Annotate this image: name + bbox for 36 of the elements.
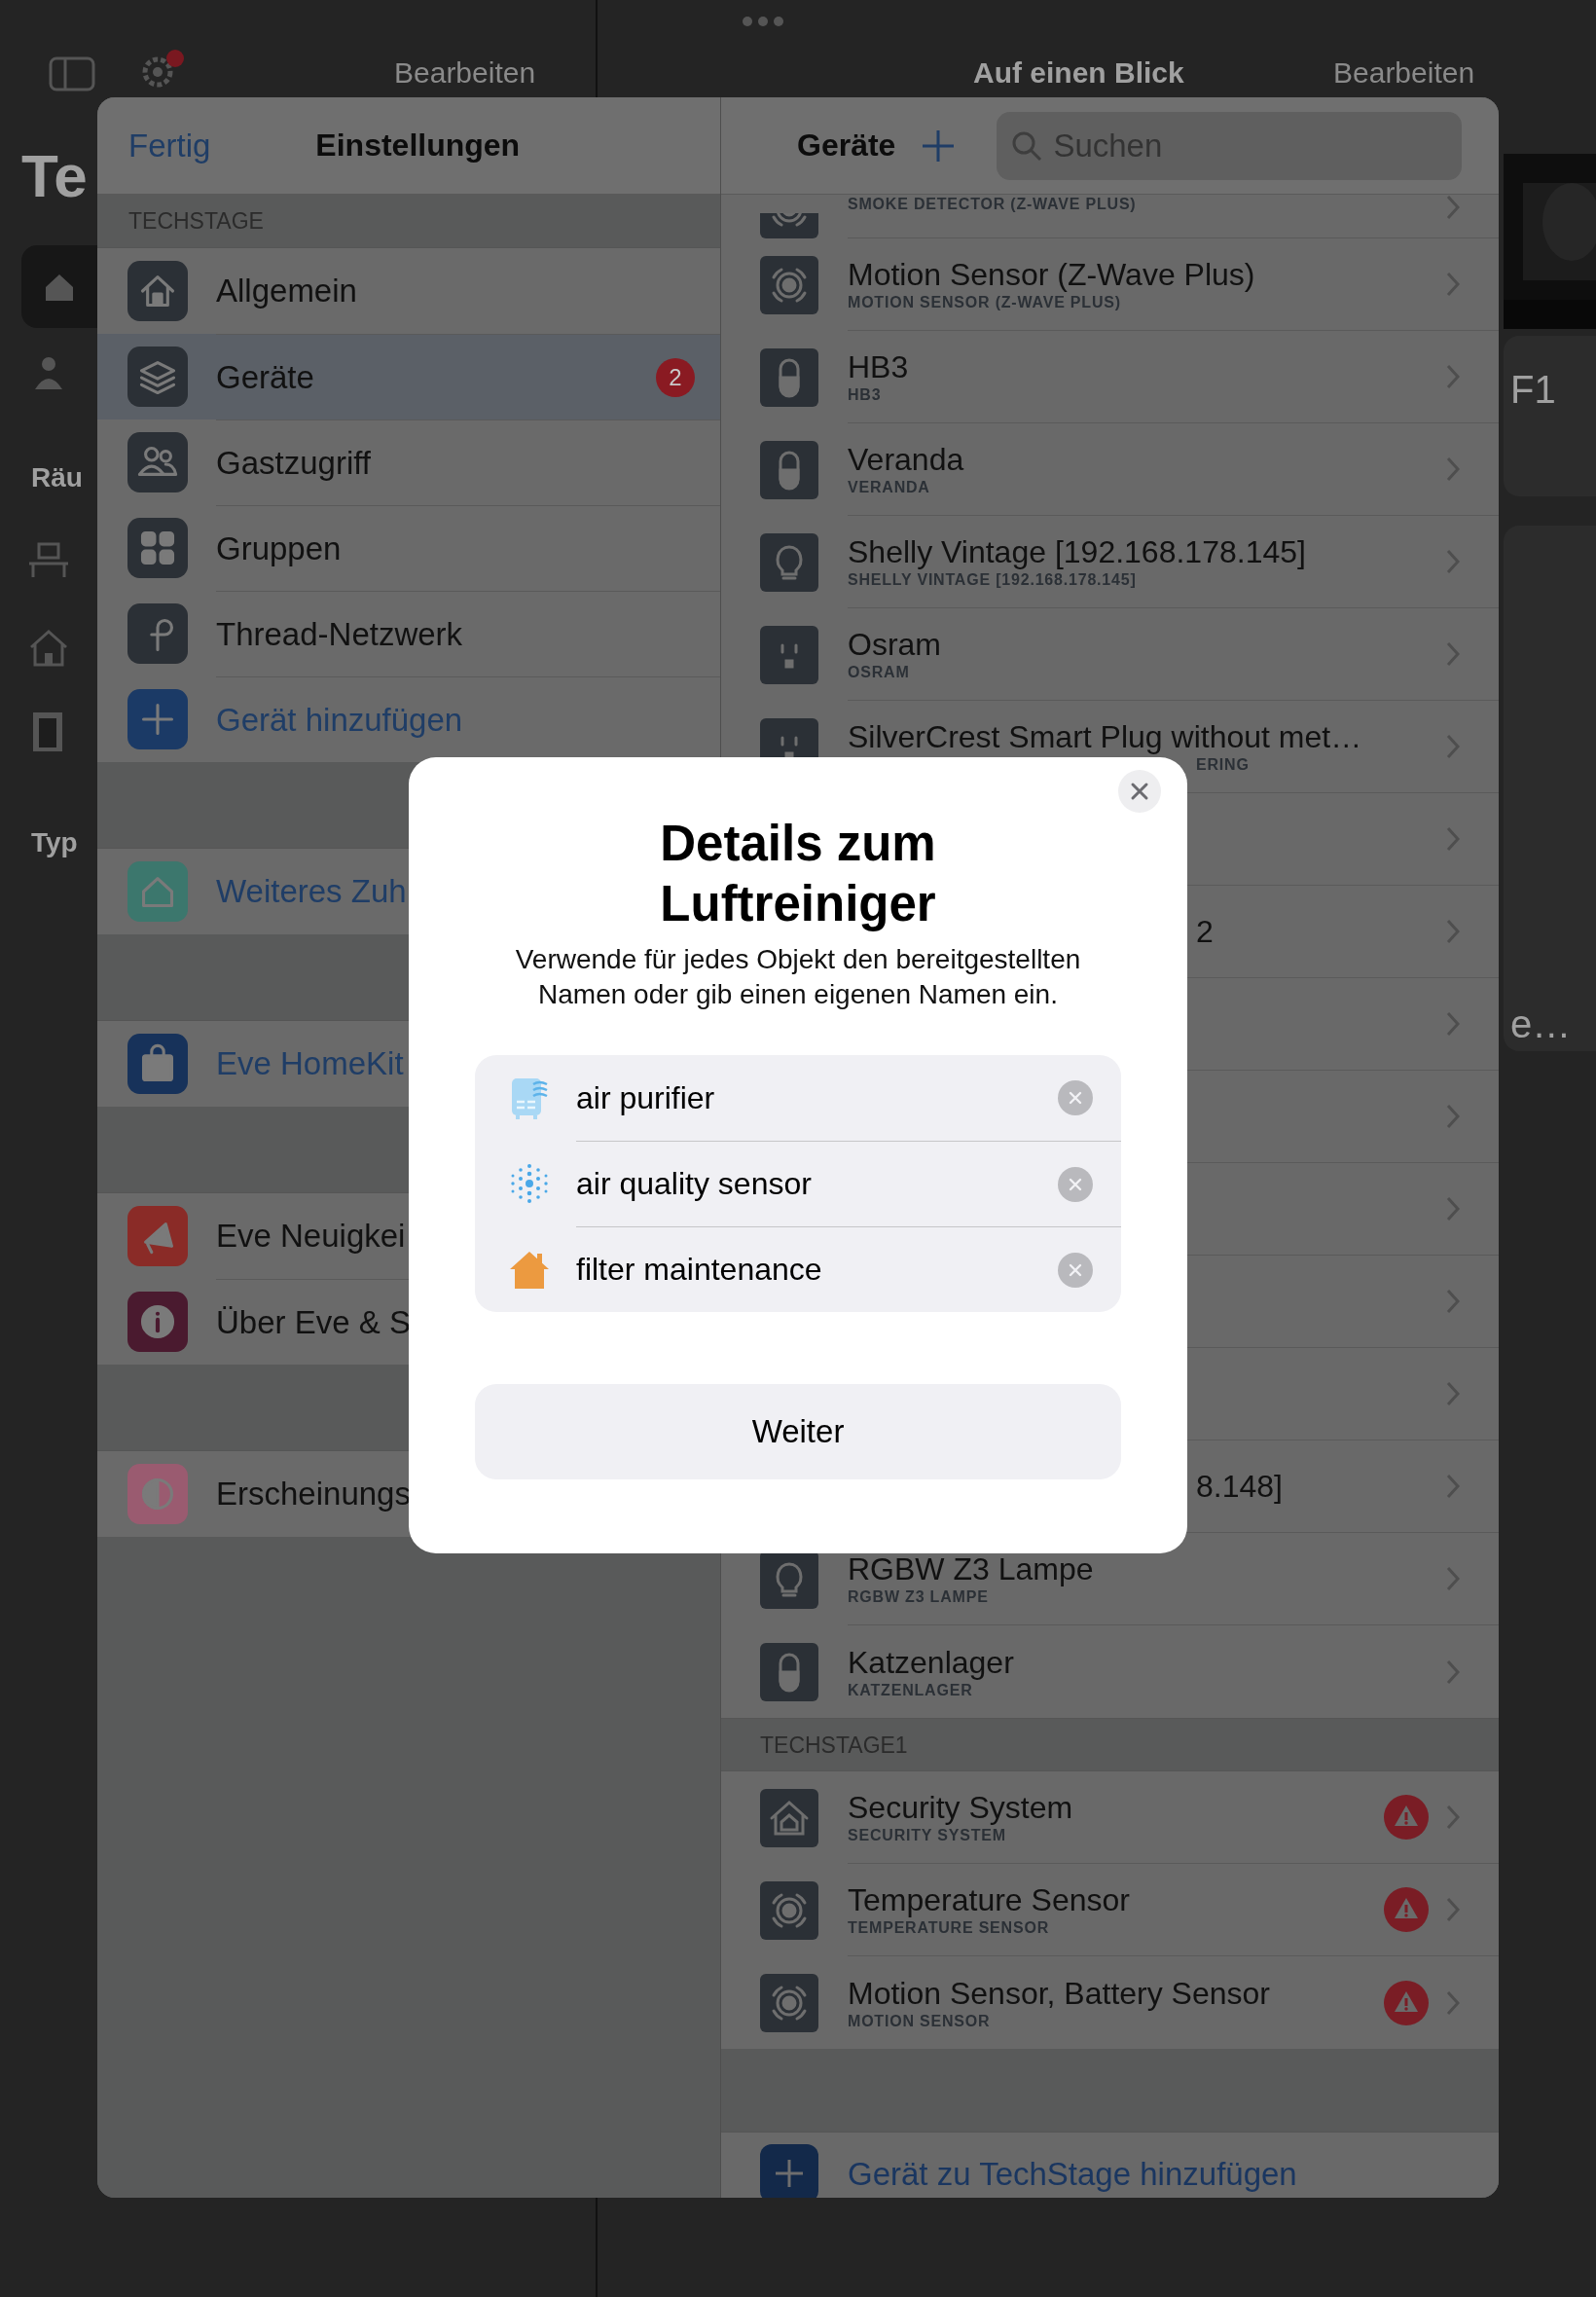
- dialog-title: Details zum Luftreiniger: [659, 815, 937, 933]
- device-name: HB3: [848, 348, 909, 385]
- home-title: Te: [21, 146, 88, 206]
- tile-title: F1: [1510, 368, 1556, 412]
- dialog-text: Verwende für jedes Objekt den bereitgestellten Namen oder gib einen eigenen Namen ein.: [514, 943, 1082, 1011]
- device-name: SilverCrest Smart Plug without met…: [848, 718, 1362, 755]
- device-name: RGBW Z3 Lampe: [848, 1550, 1094, 1587]
- device-name: Motion Sensor (Z-Wave Plus): [848, 256, 1255, 293]
- section-title: Räu: [31, 462, 83, 493]
- count-badge: 2: [656, 357, 695, 397]
- device-name: 8.148]: [1196, 1468, 1283, 1505]
- device-type: HB3: [848, 385, 882, 405]
- device-type: SECURITY SYSTEM: [848, 1826, 1006, 1845]
- section-title: Typ: [31, 827, 78, 858]
- device-name: Shelly Vintage [192.168.178.145]: [848, 533, 1306, 570]
- device-type: VERANDA: [848, 478, 930, 497]
- device-type: RGBW Z3 LAMPE: [848, 1587, 989, 1607]
- view-title: Auf einen Blick: [973, 56, 1184, 90]
- tile-title: e…: [1510, 1003, 1572, 1046]
- device-name: Security System: [848, 1789, 1073, 1826]
- device-type: ERING: [1196, 755, 1250, 775]
- device-type: KATZENLAGER: [848, 1680, 973, 1700]
- nav-title: Geräte: [797, 128, 896, 164]
- nav-title: Einstellungen: [315, 128, 521, 164]
- device-name: Temperature Sensor: [848, 1881, 1130, 1918]
- device-name: Veranda: [848, 441, 964, 478]
- device-type: TEMPERATURE SENSOR: [848, 1918, 1049, 1938]
- device-type: SMOKE DETECTOR (Z-WAVE PLUS): [848, 195, 1137, 214]
- device-type: OSRAM: [848, 663, 910, 682]
- device-type: MOTION SENSOR: [848, 2011, 991, 2031]
- device-name: Osram: [848, 626, 941, 663]
- device-name: Motion Sensor, Battery Sensor: [848, 1974, 1270, 2012]
- device-type: MOTION SENSOR (Z-WAVE PLUS): [848, 293, 1121, 312]
- device-name: 2: [1196, 913, 1214, 950]
- device-type: SHELLY VINTAGE [192.168.178.145]: [848, 570, 1137, 590]
- device-name: Katzenlager: [848, 1643, 1014, 1681]
